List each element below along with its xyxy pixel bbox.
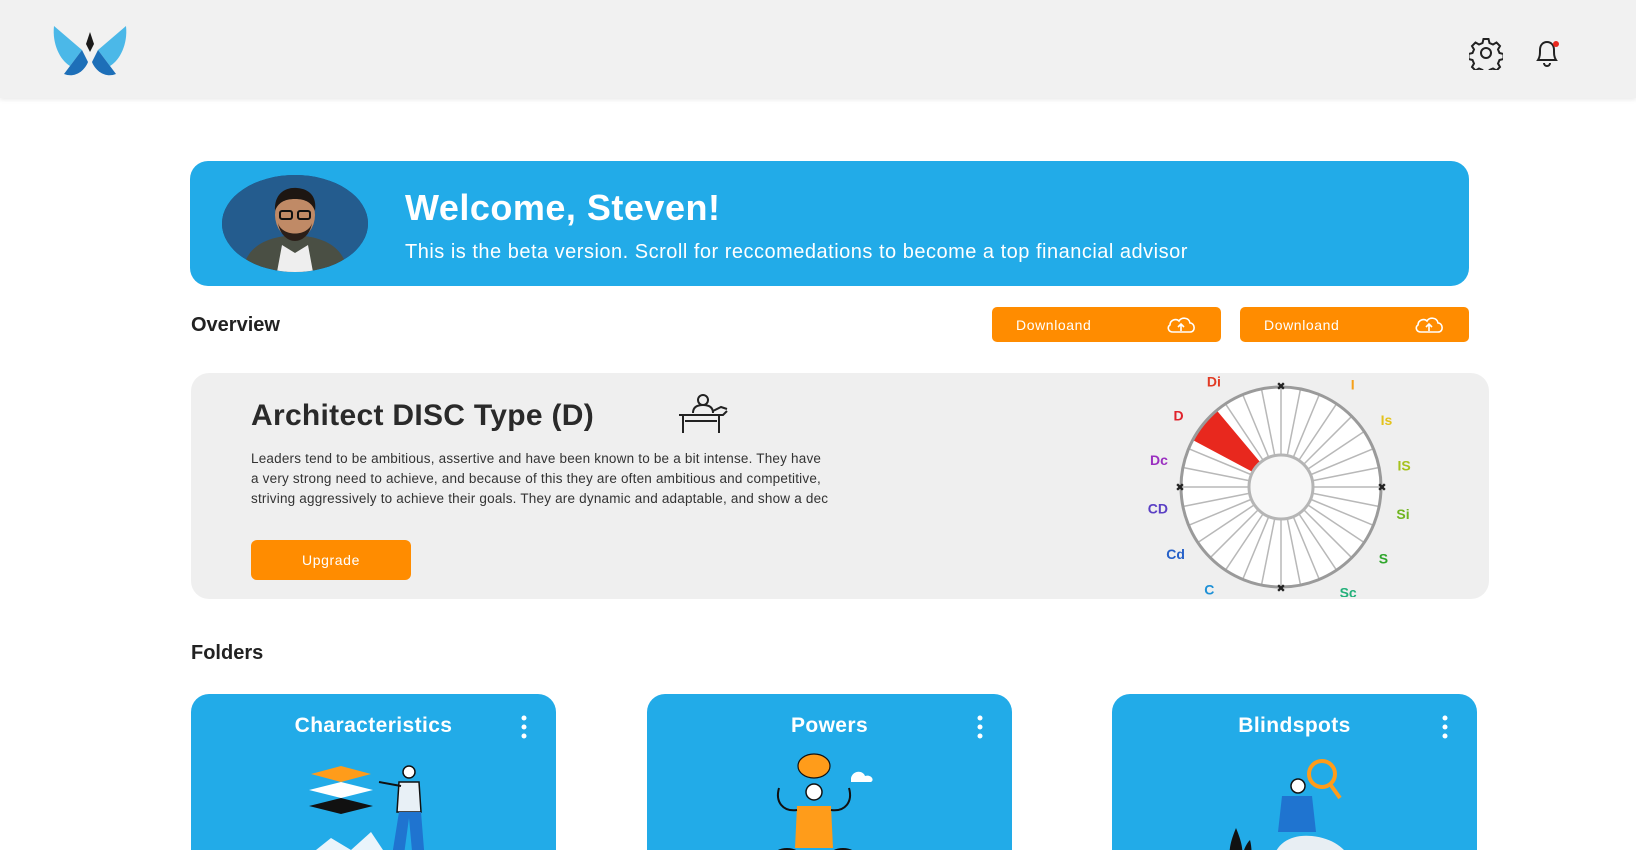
wheel-marker: ✖ (1276, 583, 1285, 595)
wheel-label: Dc (1150, 452, 1168, 468)
folder-card-characteristics[interactable]: Characteristics (191, 694, 556, 850)
wheel-inner-ring (1247, 453, 1315, 521)
wheel-label: D (1174, 407, 1184, 423)
download-button-2[interactable]: Downloand (1240, 307, 1469, 342)
overview-heading: Overview (191, 314, 280, 336)
wheel-marker: ✖ (1276, 381, 1285, 393)
more-options-icon[interactable] (520, 714, 528, 740)
wheel-label: IS (1397, 457, 1410, 473)
disc-description-line: striving aggressively to achieve their g… (251, 491, 829, 506)
wheel-label: C (1204, 581, 1214, 597)
folder-title: Characteristics (294, 714, 453, 737)
wheel-label: S (1379, 551, 1388, 567)
download-button-1[interactable]: Downloand (992, 307, 1221, 342)
cloud-upload-icon (1167, 317, 1195, 333)
download-label: Downloand (1016, 316, 1092, 333)
wheel-label: CD (1148, 501, 1168, 517)
more-options-icon[interactable] (1441, 714, 1449, 740)
disc-description: Leaders tend to be ambitious, assertive … (251, 449, 951, 509)
layers-person-illustration (309, 765, 425, 850)
upgrade-button[interactable]: Upgrade (251, 540, 411, 580)
wheel-label: I (1351, 377, 1355, 393)
wheel-label: Si (1396, 506, 1409, 522)
wheel-label: Di (1207, 375, 1221, 390)
disc-description-line: Leaders tend to be ambitious, assertive … (251, 451, 822, 466)
welcome-banner: Welcome, Steven! This is the beta versio… (190, 161, 1469, 286)
avatar[interactable] (222, 175, 368, 272)
desk-person-icon (679, 394, 728, 433)
folders-heading: Folders (191, 642, 264, 664)
disc-type-title: Architect DISC Type (D) (251, 399, 595, 432)
folder-card-blindspots[interactable]: Blindspots (1112, 694, 1477, 850)
wheel-marker: ✖ (1175, 482, 1184, 494)
wheel-marker: ✖ (1377, 482, 1386, 494)
more-options-icon[interactable] (976, 714, 984, 740)
wheel-label: Cd (1166, 546, 1185, 562)
disc-type-card: Architect DISC Type (D) Leaders tend to … (191, 373, 1489, 599)
brain-power-illustration (777, 753, 873, 850)
folder-title: Powers (790, 714, 869, 737)
folder-card-powers[interactable]: Powers (647, 694, 1012, 850)
welcome-title: Welcome, Steven! (405, 187, 721, 228)
bell-icon[interactable] (1530, 36, 1564, 70)
magnifier-person-illustration (1229, 759, 1344, 850)
disc-wheel-chart: DIIdIIsISSiSScSCCsCCdCDDcDDi✖✖✖✖ (1148, 375, 1411, 597)
butterfly-logo[interactable] (52, 22, 128, 78)
folder-title: Blindspots (1238, 714, 1351, 737)
download-label: Downloand (1264, 316, 1340, 333)
disc-description-line: a very strong need to achieve, and becau… (251, 471, 821, 486)
cloud-upload-icon (1415, 317, 1443, 333)
welcome-subtitle: This is the beta version. Scroll for rec… (405, 241, 1188, 263)
top-bar (0, 0, 1636, 98)
gear-icon[interactable] (1469, 36, 1503, 70)
wheel-label: Sc (1340, 584, 1357, 597)
wheel-label: Is (1381, 412, 1393, 428)
